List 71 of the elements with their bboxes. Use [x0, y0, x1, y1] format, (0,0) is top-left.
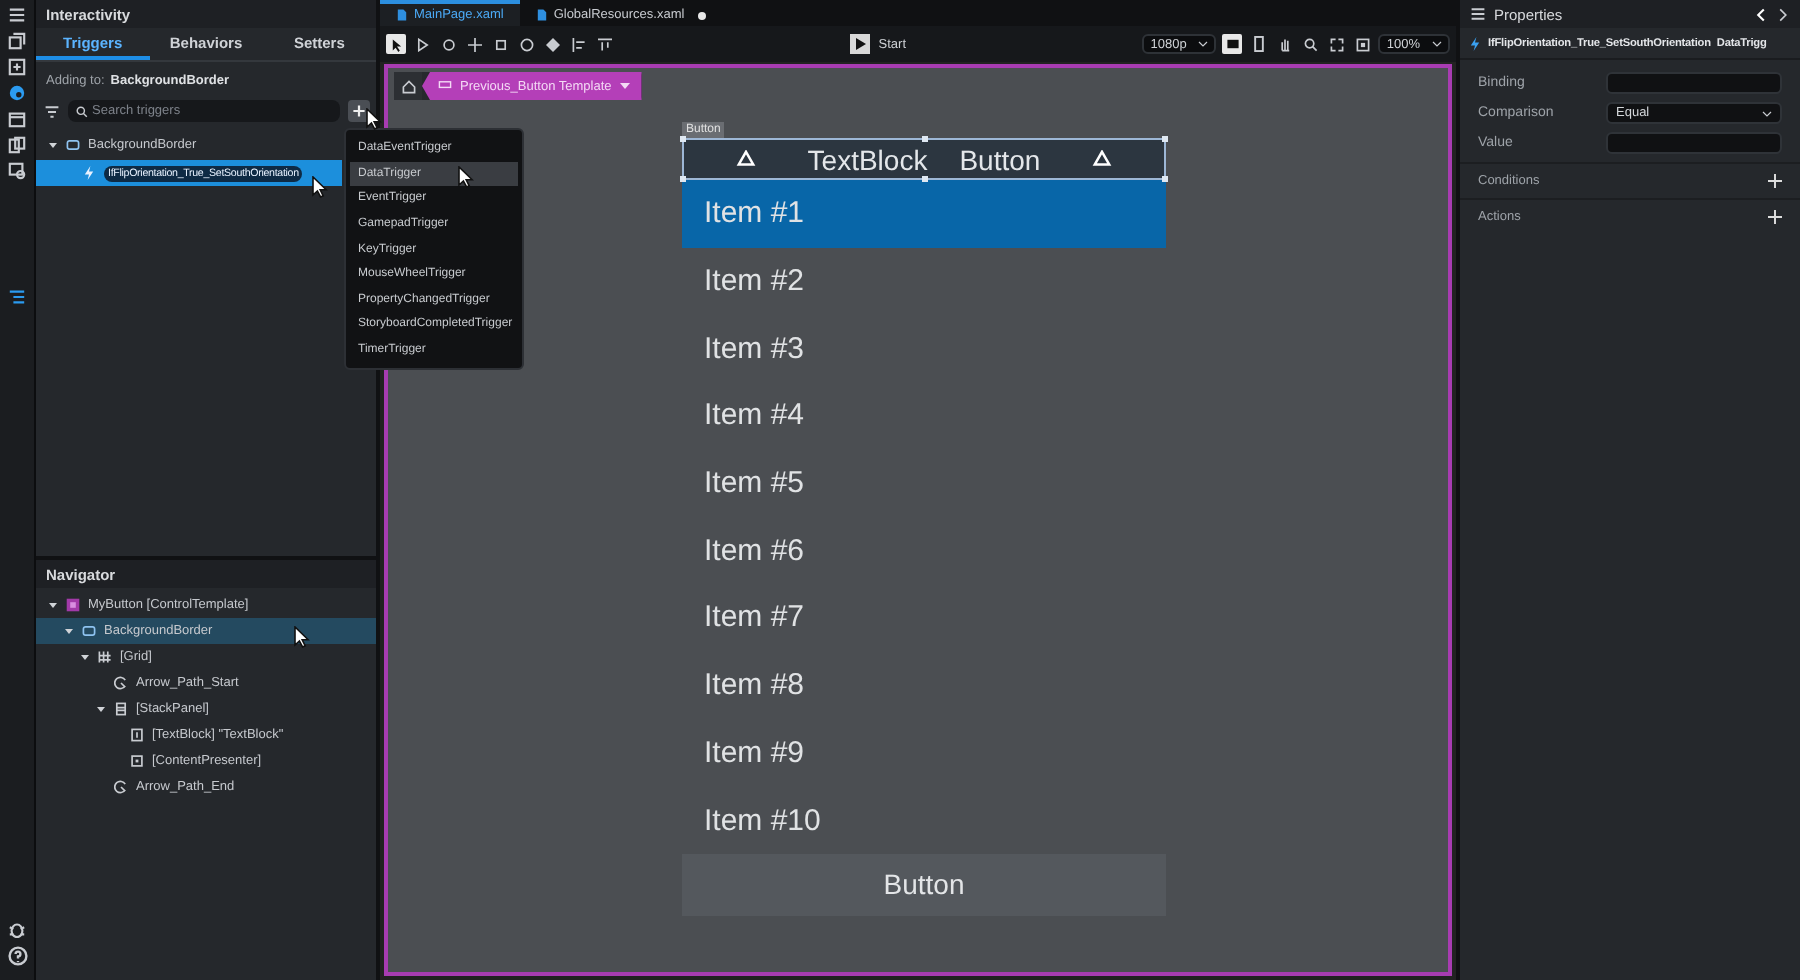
ellipse-tool[interactable] — [516, 34, 536, 54]
phone-view-button[interactable] — [1248, 34, 1269, 54]
fit-button[interactable] — [1352, 34, 1373, 54]
fullscreen-button[interactable] — [1326, 34, 1347, 54]
help-icon[interactable] — [7, 945, 27, 966]
header-button-text: Button — [959, 143, 1041, 175]
desktop-view-button[interactable] — [1222, 34, 1243, 54]
stack-panel-icon — [114, 702, 128, 716]
rectangle-icon — [66, 138, 80, 152]
file-icon — [396, 8, 408, 22]
align-top-tool[interactable] — [594, 34, 614, 54]
lightning-icon — [82, 166, 96, 180]
content-icon — [130, 754, 144, 768]
list-item[interactable]: Item #5 — [682, 449, 1166, 517]
list-item[interactable]: Item #4 — [682, 382, 1166, 450]
list-item[interactable]: Item #10 — [682, 786, 1166, 854]
caret-icon — [95, 704, 105, 714]
triangle-icon — [1092, 150, 1112, 168]
caret-icon — [63, 626, 73, 636]
menu-icon[interactable] — [8, 6, 26, 24]
header-text: TextBlock — [807, 143, 928, 175]
add-button[interactable] — [1768, 210, 1782, 224]
lightning-icon — [1468, 35, 1482, 51]
list-item[interactable]: Item #8 — [682, 651, 1166, 719]
caret-icon — [79, 652, 89, 662]
pages-icon[interactable] — [8, 32, 26, 50]
search-icon — [76, 105, 88, 117]
add-icon[interactable] — [8, 58, 26, 76]
back-icon[interactable] — [1754, 7, 1768, 21]
header-bar[interactable]: TextBlock Button — [682, 138, 1166, 180]
rectangle-icon — [82, 624, 96, 638]
home-button[interactable] — [394, 72, 422, 100]
button-shape-icon — [438, 80, 452, 92]
list-item[interactable]: Item #9 — [682, 719, 1166, 787]
template-icon — [66, 598, 80, 612]
chevron-down-icon — [1762, 109, 1772, 117]
forward-icon[interactable] — [1776, 7, 1790, 21]
caret-icon — [47, 600, 57, 610]
cursor-icon — [294, 626, 310, 648]
path-icon — [114, 676, 128, 690]
file-icon — [535, 8, 548, 22]
filter-icon[interactable] — [44, 103, 60, 119]
input-field[interactable] — [1606, 132, 1782, 154]
chevron-down-icon — [1198, 40, 1209, 48]
interactivity-icon[interactable] — [8, 84, 26, 102]
bug-icon[interactable] — [8, 919, 26, 938]
list-item[interactable]: Item #3 — [682, 314, 1166, 383]
list-item[interactable]: Item #1 — [682, 180, 1166, 248]
zoom-tool[interactable] — [1300, 34, 1321, 54]
input-field[interactable] — [1606, 72, 1782, 94]
text-block-icon — [130, 728, 144, 742]
home-icon — [401, 79, 415, 93]
cursor-icon — [458, 166, 474, 188]
move-tool[interactable] — [464, 34, 484, 54]
list-item[interactable]: Item #6 — [682, 516, 1166, 585]
copy-icon[interactable] — [8, 136, 26, 154]
grid-icon — [98, 650, 112, 664]
footer-button[interactable]: Button — [682, 853, 1166, 916]
select-tool[interactable] — [386, 34, 406, 54]
chevron-down-icon — [1432, 40, 1442, 48]
align-left-tool[interactable] — [568, 34, 588, 54]
path-icon — [114, 780, 128, 794]
list-item[interactable]: Item #7 — [682, 584, 1166, 652]
direct-select-tool[interactable] — [412, 34, 432, 54]
cursor-icon — [312, 176, 328, 198]
triangle-icon — [736, 150, 756, 168]
add-button[interactable] — [1768, 174, 1782, 188]
caret-icon — [47, 140, 57, 150]
list-item[interactable]: Item #2 — [682, 247, 1166, 315]
navigator-icon[interactable] — [8, 288, 26, 307]
caret-icon — [619, 82, 630, 90]
